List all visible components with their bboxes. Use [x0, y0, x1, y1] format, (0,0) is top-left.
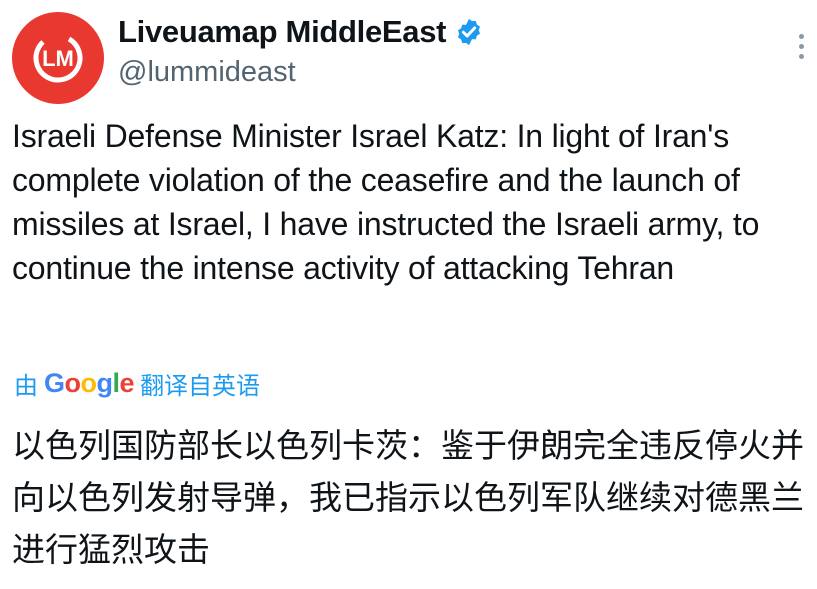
- more-options-icon[interactable]: [797, 34, 805, 59]
- handle[interactable]: @lummideast: [118, 56, 296, 89]
- author-row: Liveuamap MiddleEast: [118, 14, 484, 50]
- translated-text: 以色列国防部长以色列卡茨：鉴于伊朗完全违反停火并向以色列发射导弹，我已指示以色列…: [12, 426, 804, 569]
- google-logo: Google: [44, 368, 135, 398]
- translation-attribution[interactable]: 由 Google 翻译自英语: [14, 366, 260, 401]
- tweet-text: Israeli Defense Minister Israel Katz: In…: [12, 118, 760, 286]
- verified-badge-icon: [458, 18, 481, 46]
- display-name[interactable]: Liveuamap MiddleEast: [118, 14, 447, 50]
- avatar[interactable]: LM: [12, 12, 104, 104]
- liveuamap-logo-icon: LM: [33, 33, 83, 83]
- translation-prefix: 由: [14, 373, 38, 400]
- svg-text:LM: LM: [42, 46, 74, 71]
- translation-suffix: 翻译自英语: [140, 373, 261, 400]
